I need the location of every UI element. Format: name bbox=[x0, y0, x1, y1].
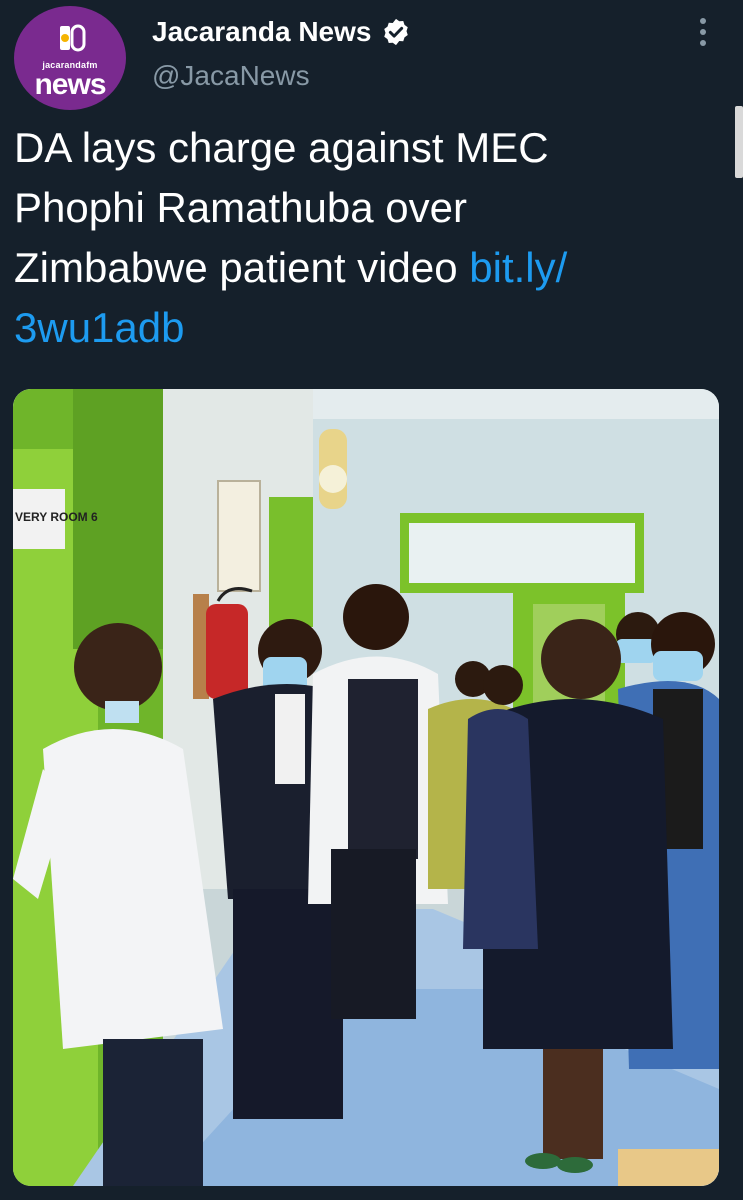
tweet-text-segment: Zimbabwe patient video bbox=[14, 244, 470, 291]
scrollbar-thumb[interactable] bbox=[735, 106, 743, 178]
door-sign-text: VERY ROOM 6 bbox=[15, 510, 98, 524]
name-row: Jacaranda News bbox=[152, 14, 411, 50]
account-handle[interactable]: @JacaNews bbox=[152, 60, 310, 92]
more-dot bbox=[700, 29, 706, 35]
tweet-link-continued[interactable]: 3wu1adb bbox=[14, 304, 184, 351]
tweet-text: DA lays charge against MEC Phophi Ramath… bbox=[14, 118, 714, 358]
hospital-corridor-photo: VERY ROOM 6 bbox=[13, 389, 719, 1186]
verified-badge-icon bbox=[384, 18, 409, 46]
more-vertical-icon[interactable] bbox=[688, 16, 718, 48]
tweet-text-line: Phophi Ramathuba over bbox=[14, 184, 467, 231]
more-dot bbox=[700, 40, 706, 46]
jacaranda-logo-icon bbox=[60, 24, 86, 52]
bottom-edge bbox=[0, 1188, 743, 1200]
display-name[interactable]: Jacaranda News bbox=[152, 16, 371, 48]
avatar-big-text: news bbox=[34, 68, 106, 101]
more-dot bbox=[700, 18, 706, 24]
tweet-text-line: DA lays charge against MEC bbox=[14, 124, 549, 171]
tweet-text-line: 3wu1adb bbox=[14, 298, 714, 358]
tweet-photo[interactable]: VERY ROOM 6 bbox=[13, 389, 719, 1186]
tweet-text-line: Zimbabwe patient video bit.ly/ bbox=[14, 238, 714, 298]
tweet-link[interactable]: bit.ly/ bbox=[469, 244, 567, 291]
tweet-header: jacarandafm news Jacaranda News @JacaNew… bbox=[0, 0, 743, 110]
avatar[interactable]: jacarandafm news bbox=[14, 6, 126, 110]
